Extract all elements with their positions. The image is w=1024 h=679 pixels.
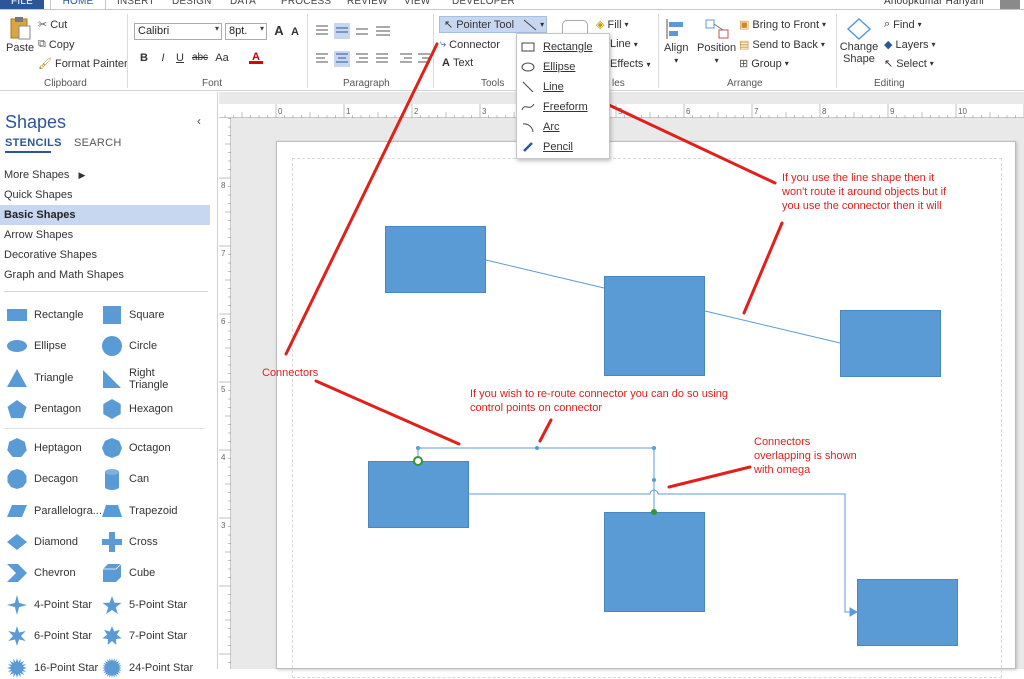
diagram-overlay xyxy=(284,42,859,617)
menu-item-label: Arc xyxy=(543,121,560,133)
annotation-arrow xyxy=(314,379,461,446)
arrowhead xyxy=(849,607,859,617)
menu-item-label: Ellipse xyxy=(543,61,576,73)
menu-item-rectangle[interactable]: Rectangle xyxy=(521,38,607,56)
line-shape-1[interactable] xyxy=(485,259,605,289)
line-icon xyxy=(522,81,534,93)
menu-item-label: Pencil xyxy=(543,141,573,153)
pencil-icon xyxy=(523,142,533,152)
annotation-line-shape: If you use the line shape then it won't r… xyxy=(782,172,947,212)
line-shape-2[interactable] xyxy=(704,310,841,344)
connection-point-start[interactable] xyxy=(413,456,423,466)
rectangle-icon xyxy=(521,42,535,52)
menu-item-line[interactable]: Line xyxy=(521,78,607,96)
control-point[interactable] xyxy=(652,478,656,482)
annotation-reroute: If you wish to re-route connector you ca… xyxy=(470,388,729,414)
ellipse-icon xyxy=(521,62,535,72)
control-point[interactable] xyxy=(535,446,539,450)
annotation-arrow xyxy=(284,42,439,356)
annotation-connectors: Connectors xyxy=(262,367,319,379)
menu-item-arc[interactable]: Arc xyxy=(521,118,607,136)
annotation-arrow xyxy=(538,418,553,443)
pointer-tool-dropdown: Rectangle Ellipse Line Freeform Arc Penc… xyxy=(516,33,610,159)
control-point[interactable] xyxy=(652,446,656,450)
connection-point-end[interactable] xyxy=(651,509,657,515)
annotation-overlap: Connectors overlapping is shown with omega xyxy=(754,436,857,476)
connector-1[interactable] xyxy=(417,447,655,512)
freeform-icon xyxy=(521,103,535,111)
menu-item-label: Line xyxy=(543,81,564,93)
menu-item-pencil[interactable]: Pencil xyxy=(521,138,607,156)
menu-item-label: Freeform xyxy=(543,101,588,113)
arc-icon xyxy=(522,123,534,133)
control-point[interactable] xyxy=(416,446,420,450)
annotation-arrow xyxy=(667,465,752,489)
annotation-arrow xyxy=(742,221,784,315)
menu-item-label: Rectangle xyxy=(543,41,593,53)
connector-2[interactable] xyxy=(469,489,852,613)
menu-item-freeform[interactable]: Freeform xyxy=(521,98,607,116)
menu-item-ellipse[interactable]: Ellipse xyxy=(521,58,607,76)
